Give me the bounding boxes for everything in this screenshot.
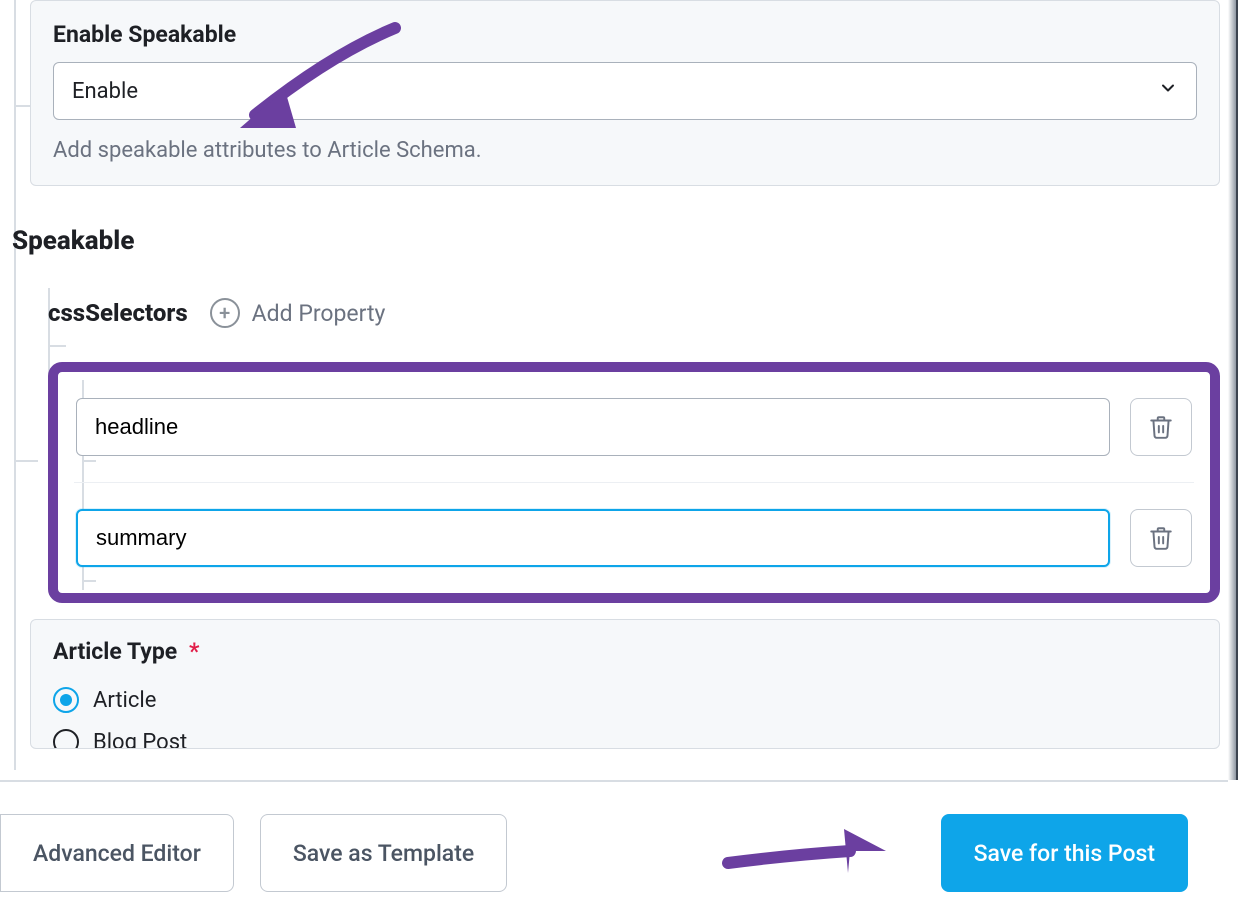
window-edge-shadow [1228,0,1238,780]
advanced-editor-label: Advanced Editor [33,840,201,867]
footer-bar: Advanced Editor Save as Template Save fo… [0,780,1228,918]
save-for-this-post-label: Save for this Post [974,840,1155,867]
delete-selector-button[interactable] [1130,398,1192,456]
plus-icon: + [210,298,240,328]
css-selectors-label: cssSelectors [48,299,188,327]
css-selectors-highlight [48,362,1220,603]
trash-icon [1148,414,1174,440]
css-selector-row [74,482,1194,575]
article-type-option-label: Article [93,688,156,713]
radio-icon [53,687,79,713]
css-selector-input[interactable] [76,398,1110,456]
speakable-section-title: Speakable [12,226,1220,256]
add-property-label: Add Property [252,300,386,327]
article-type-panel: Article Type * Article Blog Post [30,619,1220,749]
delete-selector-button[interactable] [1130,509,1192,567]
article-type-label: Article Type * [53,638,1197,665]
advanced-editor-button[interactable]: Advanced Editor [0,814,234,892]
enable-speakable-select-value: Enable [72,79,138,104]
save-as-template-button[interactable]: Save as Template [260,814,507,892]
enable-speakable-select[interactable]: Enable [53,62,1197,120]
article-type-option-label: Blog Post [93,730,187,750]
save-as-template-label: Save as Template [293,840,474,867]
trash-icon [1148,525,1174,551]
required-star: * [189,638,199,665]
save-for-this-post-button[interactable]: Save for this Post [941,814,1188,892]
css-selector-row [74,390,1194,464]
article-type-option[interactable]: Article [53,679,1197,721]
article-type-label-text: Article Type [53,638,177,665]
enable-speakable-panel: Enable Speakable Enable Add speakable at… [30,0,1220,186]
enable-speakable-label: Enable Speakable [53,21,1197,48]
add-property-button[interactable]: + Add Property [210,298,386,328]
article-type-option[interactable]: Blog Post [53,721,1197,749]
radio-icon [53,729,79,749]
chevron-down-icon [1158,78,1178,104]
css-selector-input[interactable] [76,509,1110,567]
enable-speakable-hint: Add speakable attributes to Article Sche… [53,138,1197,163]
